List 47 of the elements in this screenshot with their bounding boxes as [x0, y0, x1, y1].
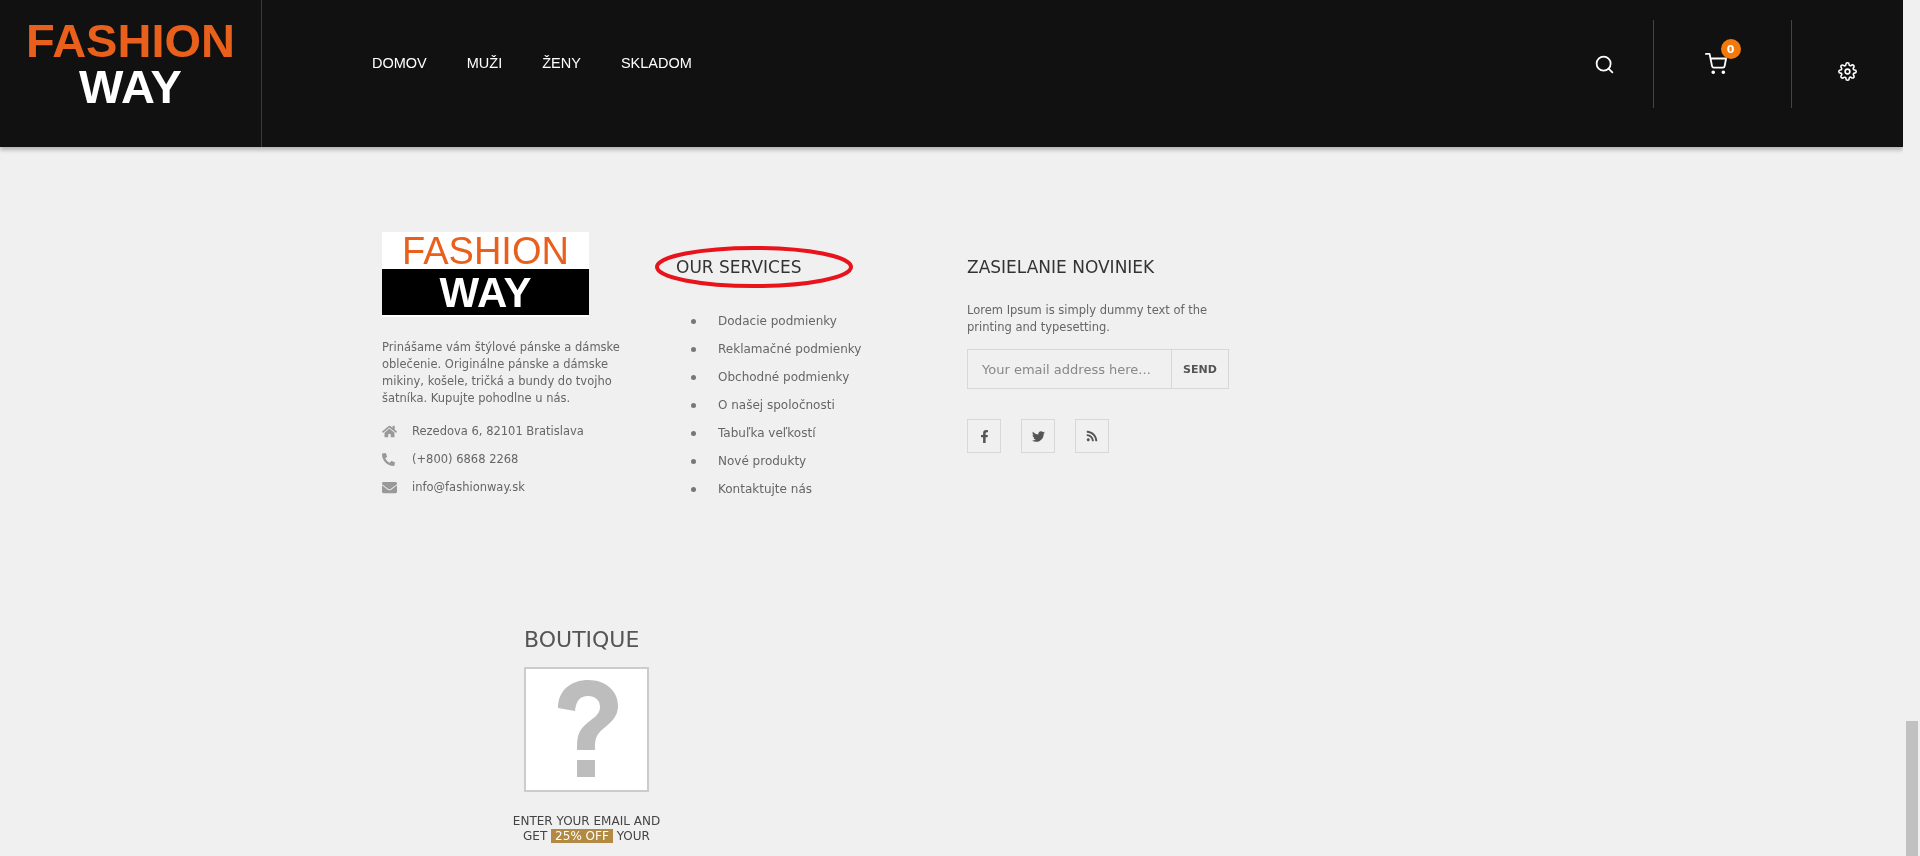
rss-icon [1086, 430, 1098, 442]
service-link[interactable]: Kontaktujte nás [718, 482, 812, 496]
nav-link[interactable]: MUŽI [466, 55, 503, 73]
home-icon [382, 423, 397, 439]
logo-image: FASHION WAY [382, 232, 589, 317]
service-link[interactable]: O našej spoločnosti [718, 398, 835, 412]
envelope-icon [382, 479, 397, 495]
settings-icon [1838, 61, 1857, 81]
service-link[interactable]: Dodacie podmienky [718, 314, 837, 328]
newsletter-heading: ZASIELANIE NOVINIEK [967, 257, 1155, 277]
social-link[interactable] [1021, 419, 1055, 453]
service-link[interactable]: Nové produkty [718, 454, 807, 468]
scrollbar-thumb[interactable] [1906, 721, 1918, 856]
send-button[interactable]: SEND [1172, 349, 1229, 389]
service-link[interactable]: Reklamačné podmienky [718, 342, 862, 356]
phone-icon [382, 452, 395, 466]
cart-count-badge: 0 [1720, 39, 1741, 59]
contact-text: (+800) 6868 2268 [412, 452, 519, 466]
cart-icon [1704, 53, 1727, 75]
services-heading: OUR SERVICES [676, 257, 802, 277]
logo[interactable]: FASHION WAY [26, 18, 235, 112]
social-link[interactable] [967, 419, 1001, 453]
search-icon [1594, 53, 1615, 75]
contact-text: info@fashionway.sk [412, 480, 525, 494]
social-link[interactable] [1075, 419, 1109, 453]
promo-text: ENTER YOUR EMAIL AND GET 25% OFF YOUR [511, 814, 662, 844]
bullet [691, 430, 696, 436]
nav-link[interactable]: ŽENY [542, 55, 581, 73]
boutique-heading: BOUTIQUE [523, 627, 640, 653]
newsletter-text: Lorem Ipsum is simply dummy text of the printing and typesetting. [967, 302, 1209, 336]
service-link[interactable]: Tabuľka veľkostí [718, 426, 816, 440]
twitter-icon [1031, 429, 1045, 443]
contact-text: Rezedova 6, 82101 Bratislava [412, 424, 584, 438]
bullet [691, 402, 696, 408]
email-input[interactable]: Your email address here... [967, 349, 1172, 389]
search-button[interactable] [1594, 53, 1615, 75]
bullet [691, 374, 696, 380]
nav-link[interactable]: SKLADOM [620, 55, 692, 73]
bullet [691, 318, 696, 324]
service-link[interactable]: Obchodné podmienky [718, 370, 850, 384]
bullet [691, 458, 696, 464]
cart-button[interactable]: 0 [1704, 39, 1741, 75]
store-description: Prinášame vám štýlové pánske a dámske oblečenie. Originálne pánske a dámske mikiny, košele, tričká a bundy do tvojho šatníka. Kupujte pohodlne u nás. [382, 339, 621, 407]
settings-button[interactable] [1838, 61, 1857, 81]
nav-link[interactable]: DOMOV [372, 55, 427, 73]
bullet [691, 486, 696, 492]
bullet [691, 346, 696, 352]
